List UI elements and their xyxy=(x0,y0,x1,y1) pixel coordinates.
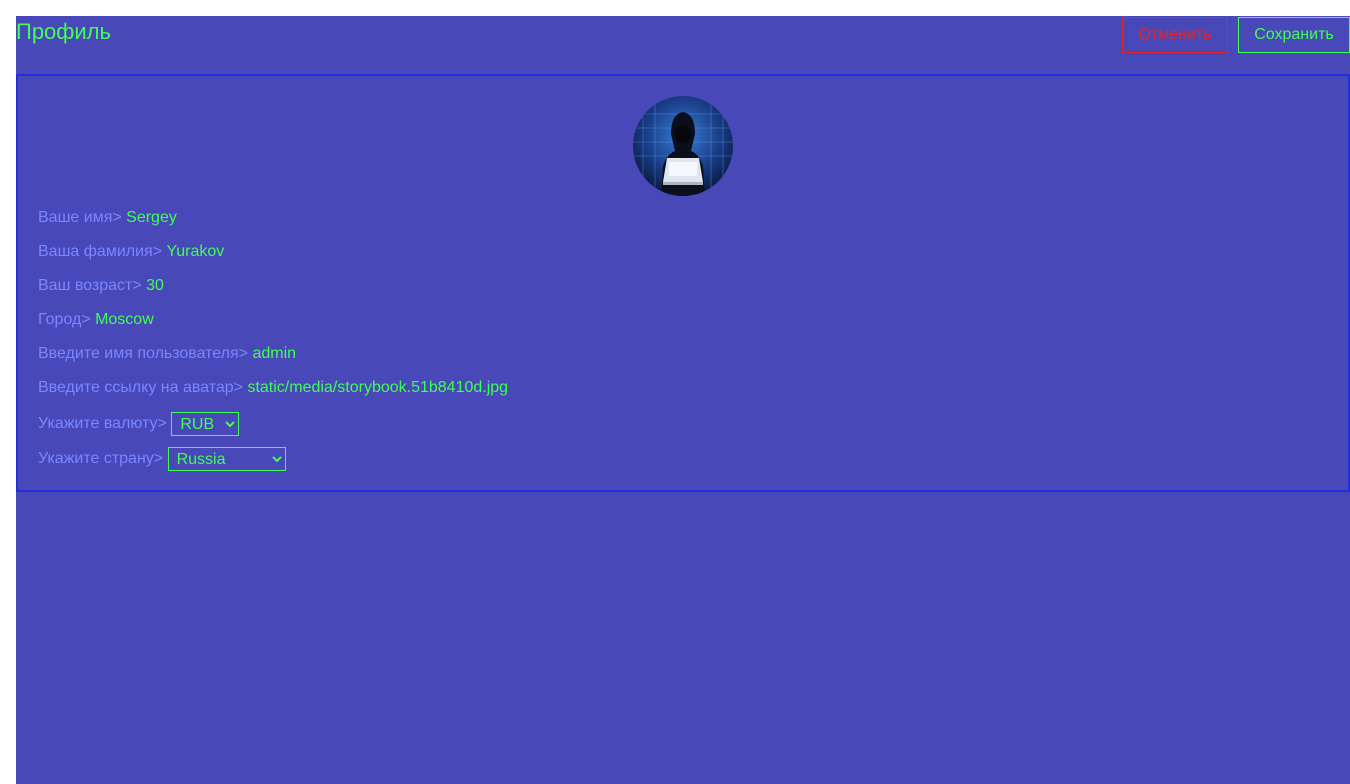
age-row: Ваш возраст> 30 xyxy=(38,276,164,296)
page-title: Профиль xyxy=(16,19,111,44)
country-select[interactable]: Russia xyxy=(167,447,286,471)
age-value[interactable]: 30 xyxy=(146,277,164,294)
profile-card: Ваше имя> Sergey Ваша фамилия> Yurakov В… xyxy=(16,74,1350,492)
username-row: Введите имя пользователя> admin xyxy=(38,344,296,364)
username-value[interactable]: admin xyxy=(252,345,296,362)
city-value[interactable]: Moscow xyxy=(95,311,154,328)
first-name-row: Ваше имя> Sergey xyxy=(38,208,177,228)
avatar-url-value[interactable]: static/media/storybook.51b8410d.jpg xyxy=(247,379,508,396)
age-label: Ваш возраст> xyxy=(38,277,142,294)
currency-row: Укажите валюту> RUB xyxy=(38,412,240,436)
save-button[interactable]: Сохранить xyxy=(1238,17,1350,53)
city-row: Город> Moscow xyxy=(38,310,154,330)
country-label: Укажите страну> xyxy=(38,450,164,468)
username-label: Введите имя пользователя> xyxy=(38,345,249,362)
profile-page: Профиль Отменить Сохранить Ваше имя> Ser… xyxy=(16,16,1350,784)
cancel-button[interactable]: Отменить xyxy=(1122,17,1228,53)
last-name-label: Ваша фамилия> xyxy=(38,243,163,260)
first-name-label: Ваше имя> xyxy=(38,209,122,226)
first-name-value[interactable]: Sergey xyxy=(126,209,177,226)
city-label: Город> xyxy=(38,311,91,328)
last-name-value[interactable]: Yurakov xyxy=(166,243,224,260)
avatar-url-label: Введите ссылку на аватар> xyxy=(38,379,243,396)
country-row: Укажите страну> Russia xyxy=(38,447,286,471)
avatar-url-row: Введите ссылку на аватар> static/media/s… xyxy=(38,378,508,398)
last-name-row: Ваша фамилия> Yurakov xyxy=(38,242,224,262)
currency-select[interactable]: RUB xyxy=(171,412,240,436)
hacker-avatar-image xyxy=(633,96,733,196)
avatar xyxy=(633,96,733,196)
currency-label: Укажите валюту> xyxy=(38,415,167,433)
